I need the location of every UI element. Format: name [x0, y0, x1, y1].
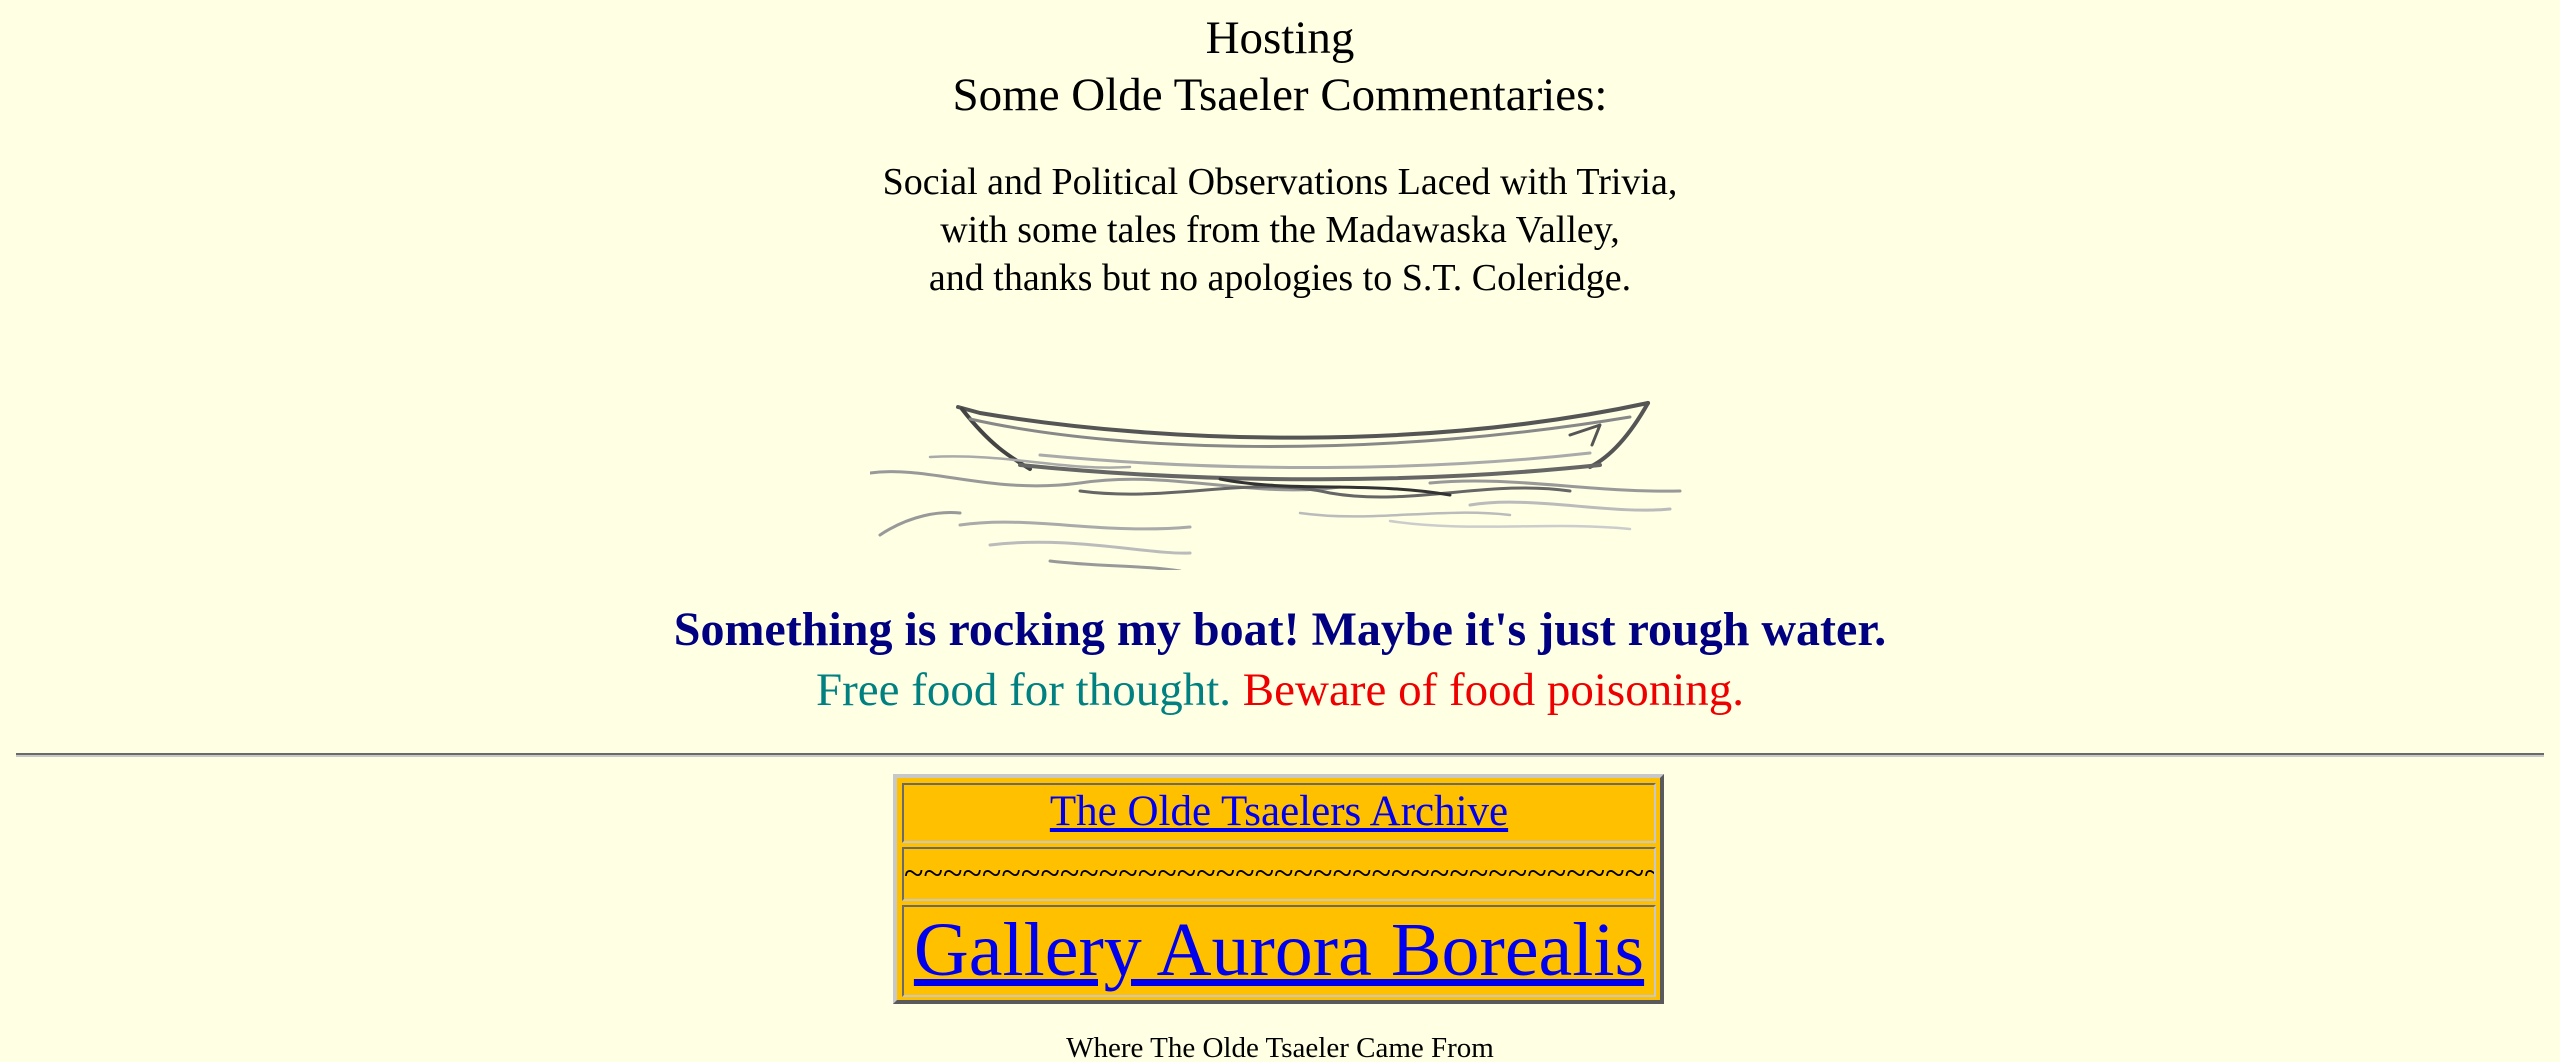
nav-table: The Olde Tsaelers Archive ~~~~~~~~~~~~~~… [893, 774, 1664, 1004]
divider-cell: ~~~~~~~~~~~~~~~~~~~~~~~~~~~~~~~~~~~~~~~~ [902, 847, 1656, 901]
gallery-link[interactable]: Gallery Aurora Borealis [914, 908, 1644, 992]
page: Hosting Some Olde Tsaeler Commentaries: … [0, 0, 2560, 1062]
page-title: Some Olde Tsaeler Commentaries: [952, 69, 1608, 121]
hosting-heading: Hosting [1205, 12, 1355, 64]
tilde-divider: ~~~~~~~~~~~~~~~~~~~~~~~~~~~~~~~~~~~~~~~~ [904, 853, 1656, 893]
subtitle-line-3: and thanks but no apologies to S.T. Cole… [928, 257, 1632, 299]
horizontal-divider [16, 753, 2544, 757]
archive-cell: The Olde Tsaelers Archive [902, 783, 1656, 843]
subtitle-line-2: with some tales from the Madawaska Valle… [940, 209, 1620, 251]
rowboat-sketch-icon [868, 395, 1690, 573]
free-food-text: Free food for thought. [815, 664, 1232, 716]
food-tagline: Free food for thought. Beware of food po… [0, 660, 2560, 720]
subtitle-line-1: Social and Political Observations Laced … [882, 161, 1678, 203]
archive-link[interactable]: The Olde Tsaelers Archive [1050, 788, 1508, 835]
rocking-boat-tagline: Something is rocking my boat! Maybe it's… [673, 603, 1887, 656]
beware-text: Beware of food poisoning. [1242, 664, 1745, 716]
gallery-cell: Gallery Aurora Borealis [902, 905, 1656, 997]
page-header: Hosting Some Olde Tsaeler Commentaries: [0, 10, 2560, 124]
origin-heading: Where The Olde Tsaeler Came From [1066, 1032, 1494, 1062]
subtitle-block: Social and Political Observations Laced … [0, 158, 2560, 302]
